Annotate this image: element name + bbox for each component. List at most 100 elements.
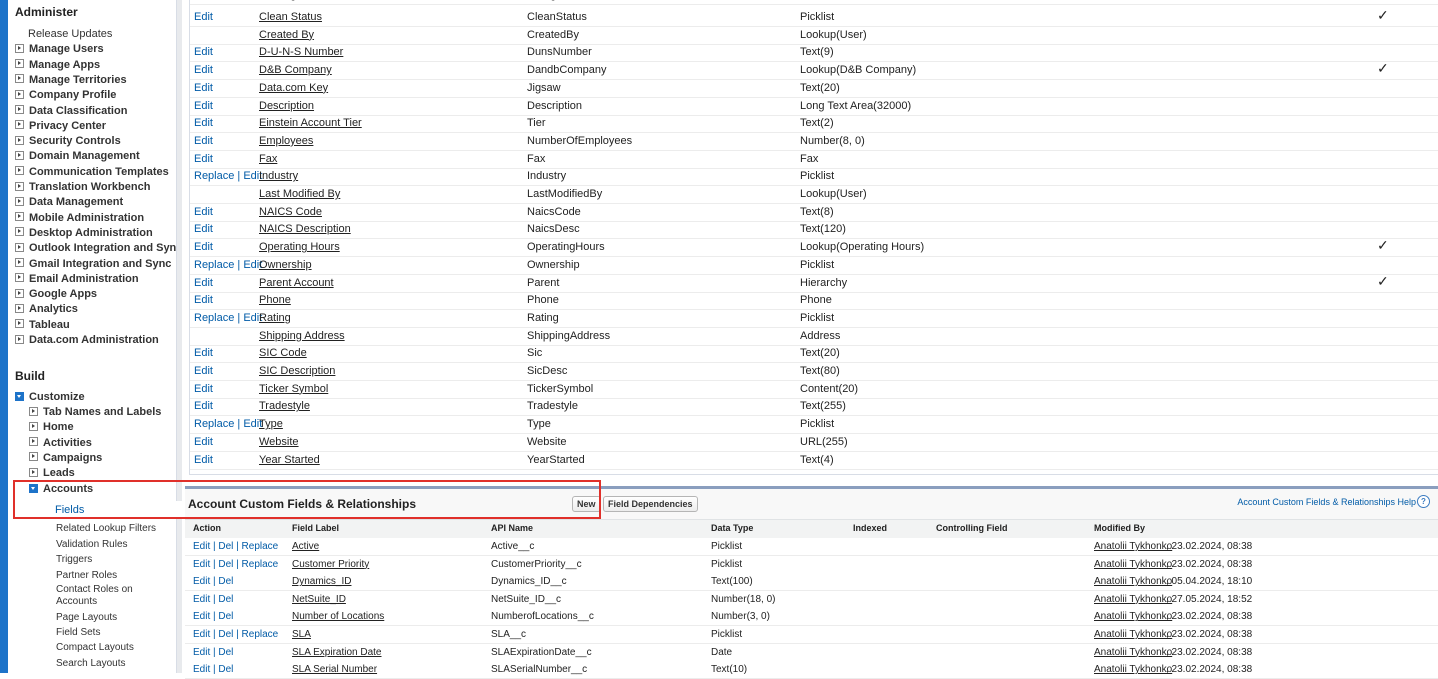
field-label-link[interactable]: Created By <box>259 29 314 41</box>
col-modified-by[interactable]: Modified By <box>1094 523 1145 533</box>
field-label-link[interactable]: Last Modified By <box>259 188 340 200</box>
field-label-link[interactable]: SLA <box>292 629 311 640</box>
sidebar-item[interactable]: Activities <box>29 436 92 451</box>
expand-icon[interactable] <box>15 303 24 313</box>
row-action-links[interactable]: Edit <box>194 64 213 76</box>
expand-icon[interactable] <box>15 319 24 329</box>
field-label-link[interactable]: Parent Account <box>259 277 334 289</box>
field-label-link[interactable]: SLA Serial Number <box>292 664 377 675</box>
col-api-name[interactable]: API Name <box>491 523 533 533</box>
sidebar-item[interactable]: Analytics <box>15 302 78 317</box>
field-label-link[interactable]: D-U-N-S Number <box>259 46 343 58</box>
field-label-link[interactable]: Ownership <box>259 259 312 271</box>
field-label-link[interactable]: Dynamics_ID <box>292 576 351 587</box>
field-label-link[interactable]: Data.com Key <box>259 82 328 94</box>
row-action-links[interactable]: Edit | Del | Replace <box>193 559 278 570</box>
field-label-link[interactable]: Einstein Account Tier <box>259 117 362 129</box>
row-action-links[interactable]: Edit | Del | Replace <box>193 629 278 640</box>
sidebar-item-customize[interactable]: Customize <box>15 390 85 405</box>
field-label-link[interactable]: Website <box>259 436 299 448</box>
row-action-links[interactable]: Replace | Edit <box>194 259 262 271</box>
row-action-links[interactable]: Edit | Del <box>193 664 233 675</box>
field-label-link[interactable]: NAICS Code <box>259 206 322 218</box>
row-action-links[interactable]: Edit | Del | Replace <box>193 541 278 552</box>
expand-icon[interactable] <box>15 258 24 268</box>
sidebar-item[interactable]: Communication Templates <box>15 165 169 180</box>
modified-by-user-link[interactable]: Anatolii Tykhonko <box>1094 541 1172 552</box>
expand-icon[interactable] <box>15 242 24 252</box>
field-label-link[interactable]: Description <box>259 100 314 112</box>
sidebar-item[interactable]: Data Classification <box>15 104 127 119</box>
row-action-links[interactable]: Edit <box>194 100 213 112</box>
row-action-links[interactable]: Edit <box>194 383 213 395</box>
col-field-label[interactable]: Field Label <box>292 523 339 533</box>
sidebar-item[interactable]: Domain Management <box>15 149 140 164</box>
sidebar-item[interactable]: Mobile Administration <box>15 211 144 226</box>
row-action-links[interactable]: Edit <box>194 135 213 147</box>
modified-by-user-link[interactable]: Anatolii Tykhonko <box>1094 629 1172 640</box>
row-action-links[interactable]: Edit | Del <box>193 647 233 658</box>
sidebar-item[interactable]: Compact Layouts <box>56 640 134 655</box>
expand-icon[interactable] <box>15 196 24 206</box>
expand-icon[interactable] <box>15 288 24 298</box>
expand-icon[interactable] <box>29 421 38 431</box>
row-action-links[interactable]: Edit <box>194 347 213 359</box>
row-action-links[interactable]: Replace | Edit <box>194 418 262 430</box>
field-label-link[interactable]: Shipping Address <box>259 330 345 342</box>
sidebar-item[interactable]: Field Sets <box>56 625 100 640</box>
sidebar-item[interactable]: Data Management <box>15 195 123 210</box>
row-action-links[interactable]: Edit <box>194 117 213 129</box>
field-label-link[interactable]: SLA Expiration Date <box>292 647 382 658</box>
field-label-link[interactable]: Billing Address <box>267 0 339 1</box>
row-action-links[interactable]: Replace | Edit <box>194 170 262 182</box>
sidebar-item[interactable]: Outlook Integration and Sync <box>15 241 182 256</box>
expand-icon[interactable] <box>15 166 24 176</box>
field-label-link[interactable]: Tradestyle <box>259 400 310 412</box>
row-action-links[interactable]: Edit <box>194 400 213 412</box>
help-icon[interactable]: ? <box>1417 495 1430 508</box>
field-label-link[interactable]: Active <box>292 541 319 552</box>
sidebar-item[interactable]: Gmail Integration and Sync <box>15 257 171 272</box>
sidebar-item[interactable]: Manage Apps <box>15 58 100 73</box>
field-label-link[interactable]: SIC Description <box>259 365 335 377</box>
sidebar-item[interactable]: Company Profile <box>15 88 116 103</box>
row-action-links[interactable]: Edit | Del <box>193 576 233 587</box>
expand-icon[interactable] <box>15 43 24 53</box>
row-action-links[interactable]: Edit <box>194 241 213 253</box>
field-dependencies-button[interactable]: Field Dependencies <box>603 496 698 512</box>
row-action-links[interactable]: Edit <box>194 365 213 377</box>
help-link[interactable]: Account Custom Fields & Relationships He… <box>1237 497 1416 507</box>
expand-icon[interactable] <box>15 135 24 145</box>
field-label-link[interactable]: Number of Locations <box>292 611 384 622</box>
expand-icon[interactable] <box>29 467 38 477</box>
expand-icon[interactable] <box>29 437 38 447</box>
expand-icon[interactable] <box>15 74 24 84</box>
row-action-links[interactable]: Edit <box>194 294 213 306</box>
sidebar-item[interactable]: Data.com Administration <box>15 333 159 348</box>
sidebar-item[interactable]: Contact Roles on Accounts <box>56 584 166 610</box>
sidebar-item[interactable]: Privacy Center <box>15 119 106 134</box>
row-action-links[interactable]: Edit <box>194 153 213 165</box>
sidebar-item[interactable]: Tab Names and Labels <box>29 405 161 420</box>
expand-icon[interactable] <box>15 150 24 160</box>
sidebar-item[interactable]: Leads <box>29 466 75 481</box>
expand-icon[interactable] <box>15 89 24 99</box>
sidebar-item[interactable]: Email Administration <box>15 272 139 287</box>
expand-icon[interactable] <box>15 334 24 344</box>
field-label-link[interactable]: SIC Code <box>259 347 307 359</box>
expand-icon[interactable] <box>15 212 24 222</box>
field-label-link[interactable]: Industry <box>259 170 298 182</box>
row-action-links[interactable]: Edit <box>194 223 213 235</box>
field-label-link[interactable]: D&B Company <box>259 64 332 76</box>
sidebar-item[interactable]: Translation Workbench <box>15 180 150 195</box>
row-action-links[interactable]: Edit <box>194 436 213 448</box>
field-label-link[interactable]: Type <box>259 418 283 430</box>
sidebar-item[interactable]: Tableau <box>15 318 70 333</box>
sidebar-item[interactable]: Page Layouts <box>56 610 117 625</box>
sidebar-item[interactable]: Manage Territories <box>15 73 127 88</box>
expand-icon[interactable] <box>15 227 24 237</box>
field-label-link[interactable]: Operating Hours <box>259 241 340 253</box>
col-data-type[interactable]: Data Type <box>711 523 753 533</box>
modified-by-user-link[interactable]: Anatolii Tykhonko <box>1094 576 1172 587</box>
row-action-links[interactable]: Edit <box>194 206 213 218</box>
